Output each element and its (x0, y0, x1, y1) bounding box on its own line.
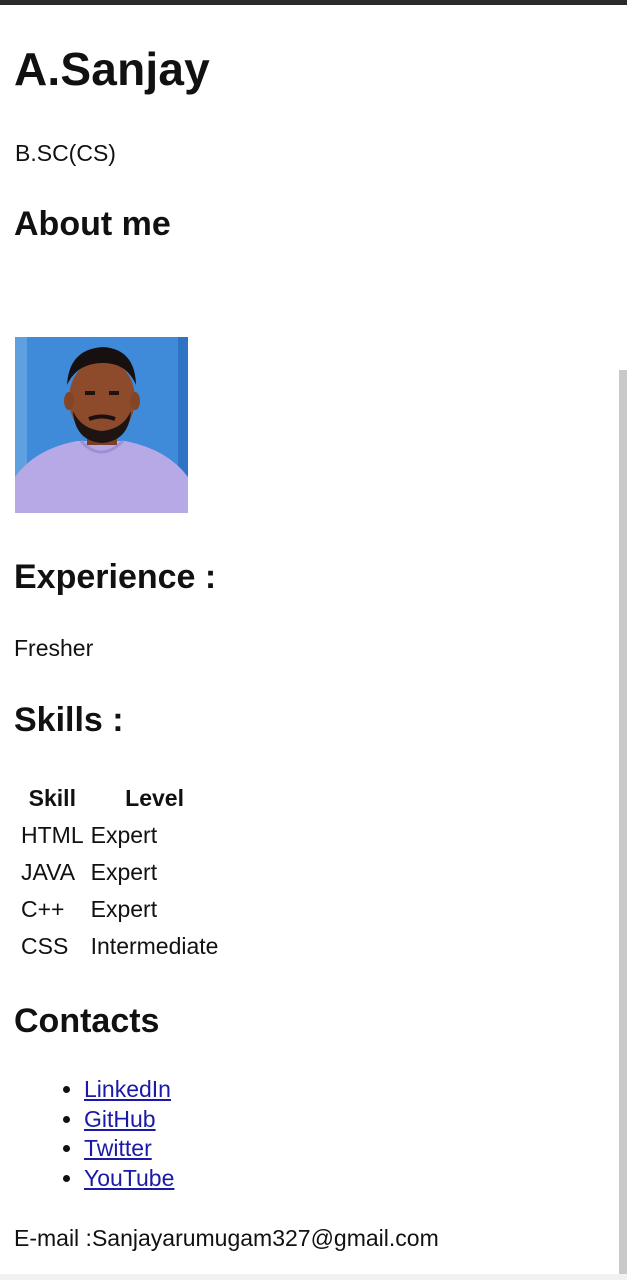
twitter-link[interactable]: Twitter (84, 1135, 152, 1161)
vertical-scrollbar[interactable] (619, 370, 627, 1274)
bottom-edge (0, 1274, 627, 1280)
skill-name: C++ (21, 896, 65, 922)
skill-name: JAVA (21, 859, 76, 885)
skills-table: Skill Level HTML Expert JAVA Expert C++ … (16, 779, 223, 966)
skill-name: HTML (21, 822, 84, 848)
skill-level: Expert (90, 896, 158, 922)
contacts-heading: Contacts (14, 1002, 160, 1040)
experience-heading: Experience : (14, 558, 217, 596)
table-row: CSS Intermediate (19, 929, 220, 964)
skill-level: Expert (90, 822, 158, 848)
list-item: Twitter (84, 1134, 174, 1164)
table-row: HTML Expert (19, 818, 220, 853)
contact-links-list: LinkedIn GitHub Twitter YouTube (14, 1075, 174, 1193)
profile-name: A.Sanjay (14, 43, 210, 95)
github-link[interactable]: GitHub (84, 1106, 156, 1132)
skills-column-header: Skill (28, 785, 76, 811)
skills-header-row: Skill Level (19, 781, 220, 816)
email-text: E-mail :Sanjayarumugam327@gmail.com (14, 1225, 439, 1251)
skills-heading: Skills : (14, 701, 124, 739)
experience-value: Fresher (14, 635, 94, 661)
about-heading: About me (14, 205, 171, 243)
table-row: C++ Expert (19, 892, 220, 927)
youtube-link[interactable]: YouTube (84, 1165, 174, 1191)
profile-degree: B.SC(CS) (15, 140, 116, 166)
profile-photo (15, 337, 188, 513)
skills-column-header: Level (125, 785, 184, 811)
list-item: YouTube (84, 1164, 174, 1194)
browser-top-bar (0, 0, 627, 5)
skill-name: CSS (21, 933, 69, 959)
list-item: GitHub (84, 1105, 174, 1135)
skill-level: Intermediate (90, 933, 219, 959)
skill-level: Expert (90, 859, 158, 885)
list-item: LinkedIn (84, 1075, 174, 1105)
linkedin-link[interactable]: LinkedIn (84, 1076, 171, 1102)
table-row: JAVA Expert (19, 855, 220, 890)
